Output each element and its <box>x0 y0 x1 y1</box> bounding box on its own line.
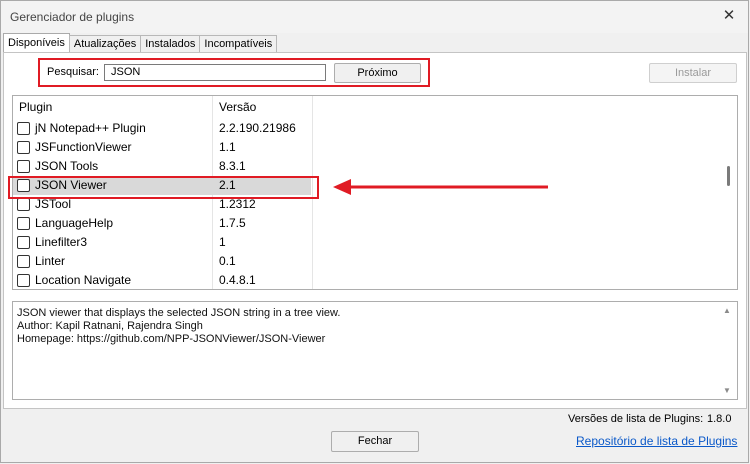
plugin-version: 1 <box>219 235 226 249</box>
plugin-name: Linefilter3 <box>35 235 88 249</box>
selected-row-highlight-box <box>8 176 319 199</box>
plugin-name: Location Navigate <box>35 273 132 287</box>
list-item[interactable]: Linter 0.1 <box>13 252 311 271</box>
description-line: Homepage: https://github.com/NPP-JSONVie… <box>17 333 326 345</box>
scroll-down-icon[interactable]: ▼ <box>723 386 731 395</box>
list-item[interactable]: JSFunctionViewer 1.1 <box>13 138 311 157</box>
description-line: JSON viewer that displays the selected J… <box>17 307 341 319</box>
tab-available[interactable]: Disponíveis <box>3 33 70 53</box>
list-item[interactable]: Location Navigate 0.4.8.1 <box>13 271 311 290</box>
repository-link[interactable]: Repositório de lista de Plugins <box>576 434 737 448</box>
list-scrollbar-thumb[interactable] <box>727 166 730 186</box>
list-version-label: Versões de lista de Plugins: <box>568 413 704 425</box>
plugin-name: JSON Tools <box>35 159 99 173</box>
plugin-version: 2.2.190.21986 <box>219 121 296 135</box>
plugin-version: 0.4.8.1 <box>219 273 256 287</box>
list-item[interactable]: LanguageHelp 1.7.5 <box>13 214 311 233</box>
list-item[interactable]: Linefilter3 1 <box>13 233 311 252</box>
plugin-checkbox[interactable] <box>17 198 30 211</box>
install-button[interactable]: Instalar <box>649 63 737 83</box>
list-item[interactable]: JSON Tools 8.3.1 <box>13 157 311 176</box>
plugin-name: LanguageHelp <box>35 216 114 230</box>
description-line: Author: Kapil Ratnani, Rajendra Singh <box>17 320 203 332</box>
tab-installed[interactable]: Instalados <box>140 35 201 53</box>
plugin-checkbox[interactable] <box>17 217 30 230</box>
arrow-left-icon <box>333 179 548 195</box>
plugin-name: JSFunctionViewer <box>35 140 132 154</box>
plugin-checkbox[interactable] <box>17 160 30 173</box>
tab-updates[interactable]: Atualizações <box>68 35 142 53</box>
plugin-version: 1.7.5 <box>219 216 246 230</box>
plugin-version: 1.1 <box>219 140 236 154</box>
title-bar: Gerenciador de plugins ✕ <box>1 1 748 33</box>
plugin-version: 0.1 <box>219 254 236 268</box>
plugin-checkbox[interactable] <box>17 236 30 249</box>
plugin-version: 8.3.1 <box>219 159 246 173</box>
list-version-value: 1.8.0 <box>707 413 732 425</box>
window-title: Gerenciador de plugins <box>10 10 135 24</box>
plugin-version: 1.2312 <box>219 197 256 211</box>
plugin-checkbox[interactable] <box>17 274 30 287</box>
plugin-checkbox[interactable] <box>17 141 30 154</box>
close-button[interactable]: Fechar <box>331 431 419 452</box>
tab-bar: Disponíveis Atualizações Instalados Inco… <box>3 33 278 53</box>
plugin-name: JSTool <box>35 197 72 211</box>
column-header-plugin[interactable]: Plugin <box>19 100 52 114</box>
plugin-checkbox[interactable] <box>17 122 30 135</box>
close-icon[interactable]: ✕ <box>718 5 740 27</box>
tab-incompatible[interactable]: Incompatíveis <box>199 35 278 53</box>
scroll-up-icon[interactable]: ▲ <box>723 306 731 315</box>
search-highlight-box <box>38 58 430 87</box>
plugin-name: Linter <box>35 254 66 268</box>
list-item[interactable]: jN Notepad++ Plugin 2.2.190.21986 <box>13 119 311 138</box>
plugin-checkbox[interactable] <box>17 255 30 268</box>
column-header-version[interactable]: Versão <box>219 100 256 114</box>
plugin-name: jN Notepad++ Plugin <box>35 121 146 135</box>
